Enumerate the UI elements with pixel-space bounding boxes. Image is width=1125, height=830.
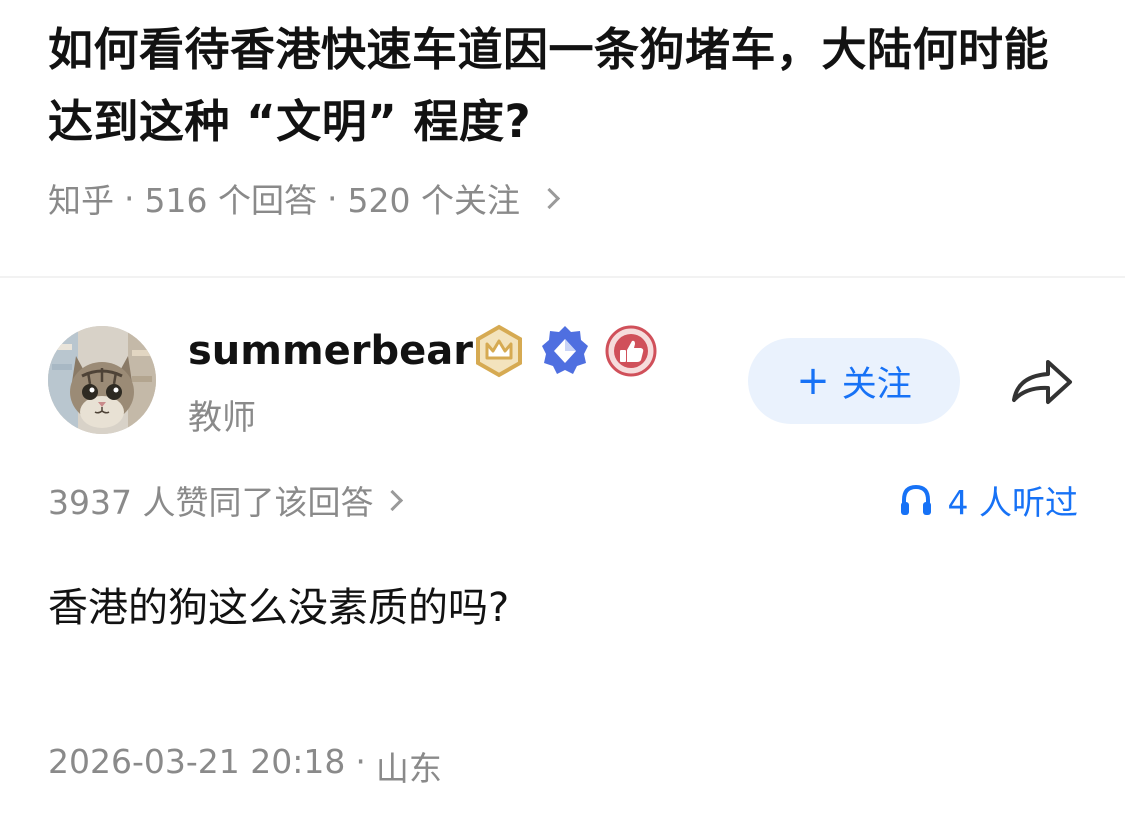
source-label: 知乎 [48,181,114,220]
chevron-right-icon [382,489,404,511]
diamond-badge-icon[interactable] [538,324,592,378]
answer-count: 516 个回答 [144,181,317,220]
listen-count: 4 人听过 [947,483,1079,522]
question-meta[interactable]: 知乎 · 516 个回答 · 520 个关注 [48,174,1088,222]
meta-separator: · [124,178,135,218]
answer-footer: 2026-03-21 20:18 · 山东 [48,742,442,790]
plus-icon: + [796,358,830,404]
meta-separator: · [326,178,338,218]
footer-separator: · [355,742,366,781]
share-arrow-icon[interactable] [1008,356,1076,408]
timestamp: 2026-03-21 20:18 [48,742,346,781]
location: 山东 [375,749,442,788]
headphones-icon [900,484,931,515]
follow-count: 520 个关注 [347,181,520,220]
chevron-right-icon [538,187,561,209]
thumbs-up-badge-icon[interactable] [604,324,658,378]
follow-button[interactable]: + 关注 [748,338,960,424]
answer-content: 香港的狗这么没素质的吗? [48,585,510,631]
question-title[interactable]: 如何看待香港快速车道因一条狗堵车，大陆何时能达到这种 “文明” 程度? [48,14,1088,158]
author-row: summerbear 教师 + 关注 [48,322,1088,442]
vote-count: 3937 人赞同了该回答 [48,483,374,522]
section-divider [0,276,1125,278]
answer-stats: 3937 人赞同了该回答 4 人听过 [48,476,1078,526]
author-name[interactable]: summerbear [188,328,473,374]
listen-count-link[interactable]: 4 人听过 [898,476,1079,524]
vote-count-link[interactable]: 3937 人赞同了该回答 [48,476,404,524]
badge-list [472,324,658,378]
question-header: 如何看待香港快速车道因一条狗堵车，大陆何时能达到这种 “文明” 程度? 知乎 ·… [48,14,1088,222]
avatar[interactable] [48,326,156,434]
follow-label: 关注 [841,364,912,405]
cat-avatar-icon [48,326,156,434]
crown-badge-icon[interactable] [472,324,526,378]
author-role: 教师 [188,398,256,438]
